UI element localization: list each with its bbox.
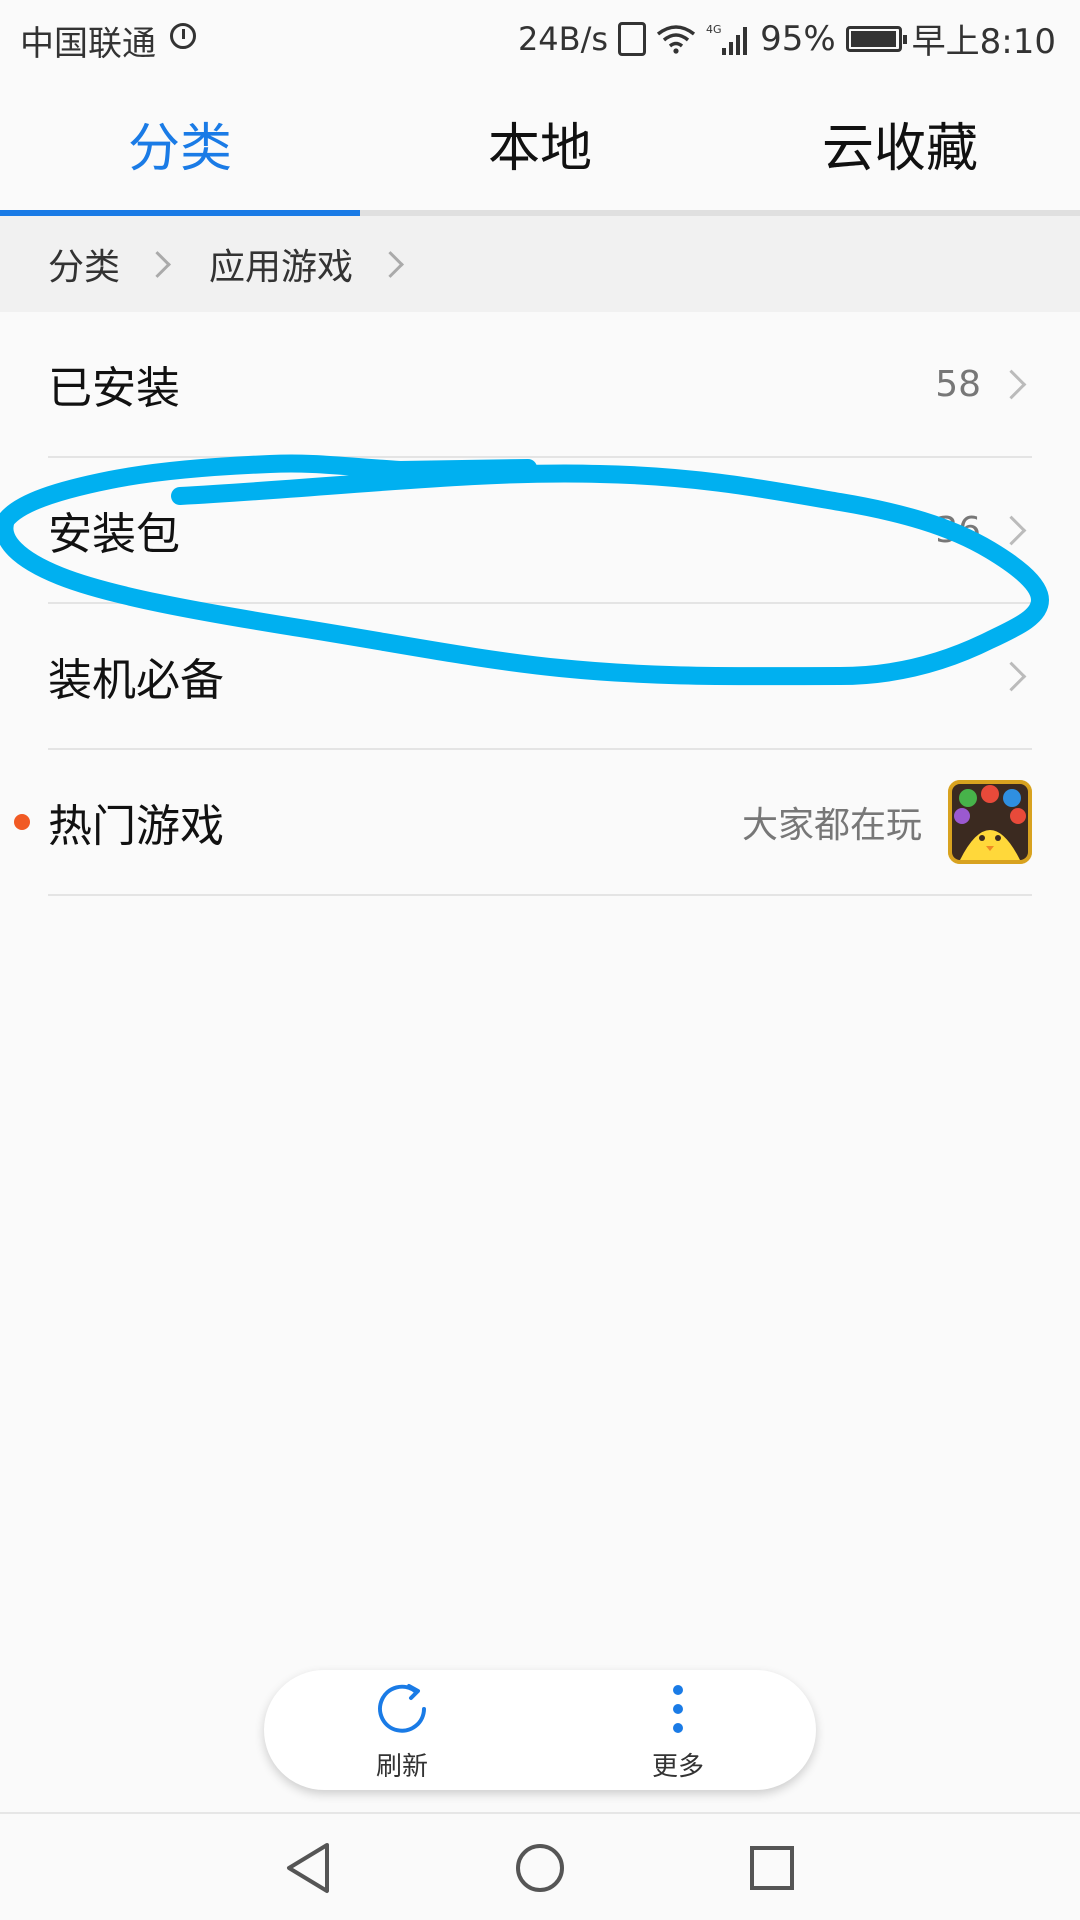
list-item-install-packages[interactable]: 安装包 36 bbox=[48, 458, 1032, 604]
category-list: 已安装 58 安装包 36 装机必备 热门游戏 大家都在玩 bbox=[0, 312, 1080, 896]
chevron-right-icon bbox=[996, 369, 1027, 399]
tab-category[interactable]: 分类 bbox=[0, 76, 360, 210]
tab-bar: 分类 本地 云收藏 bbox=[0, 76, 1080, 210]
status-right: 24B/s 4G 95% 早上8:10 bbox=[518, 14, 1056, 63]
hot-games-subtitle: 大家都在玩 bbox=[741, 805, 922, 846]
list-item-label: 安装包 bbox=[48, 509, 180, 560]
chevron-right-icon bbox=[996, 515, 1027, 545]
chevron-right-icon bbox=[377, 250, 404, 278]
recent-apps-icon[interactable] bbox=[747, 1843, 797, 1893]
list-item-label: 装机必备 bbox=[48, 655, 224, 706]
clock: 早上8:10 bbox=[911, 22, 1056, 62]
tab-local[interactable]: 本地 bbox=[360, 76, 720, 210]
chevron-right-icon bbox=[996, 661, 1027, 691]
carrier-name: 中国联通 bbox=[20, 24, 156, 64]
battery-percent: 95% bbox=[760, 18, 836, 59]
floating-action-bar: 刷新 更多 bbox=[264, 1670, 816, 1790]
list-item-installed[interactable]: 已安装 58 bbox=[48, 312, 1032, 458]
list-item-essentials[interactable]: 装机必备 bbox=[48, 604, 1032, 750]
list-item-label: 热门游戏 bbox=[48, 801, 224, 852]
list-item-label: 已安装 bbox=[48, 363, 180, 414]
back-icon[interactable] bbox=[283, 1841, 333, 1895]
battery-icon bbox=[845, 25, 907, 52]
network-speed: 24B/s bbox=[517, 19, 609, 58]
more-label: 更多 bbox=[651, 1751, 704, 1782]
vibrate-icon bbox=[618, 21, 647, 56]
new-badge-dot bbox=[14, 814, 30, 830]
package-count: 36 bbox=[935, 509, 981, 551]
system-nav-bar bbox=[0, 1812, 1080, 1920]
network-type-label: 4G bbox=[706, 23, 722, 36]
breadcrumb-item-category[interactable]: 分类 bbox=[48, 238, 120, 290]
game-app-icon bbox=[948, 780, 1032, 864]
breadcrumb-item-apps-games[interactable]: 应用游戏 bbox=[209, 238, 353, 290]
refresh-icon bbox=[378, 1683, 426, 1733]
tab-cloud-favorites[interactable]: 云收藏 bbox=[720, 76, 1080, 210]
more-button[interactable]: 更多 bbox=[540, 1670, 816, 1790]
breadcrumb: 分类 应用游戏 bbox=[0, 216, 1080, 312]
installed-count: 58 bbox=[935, 363, 981, 405]
chevron-right-icon bbox=[144, 250, 171, 278]
refresh-label: 刷新 bbox=[375, 1751, 428, 1782]
refresh-button[interactable]: 刷新 bbox=[264, 1670, 540, 1790]
wifi-icon bbox=[656, 24, 696, 54]
list-item-hot-games[interactable]: 热门游戏 大家都在玩 bbox=[14, 750, 1032, 896]
screen: 中国联通 24B/s 4G 95% 早上8:10 分类 本地 云收藏 分类 应用… bbox=[0, 0, 1080, 1920]
more-vertical-icon bbox=[673, 1684, 683, 1733]
home-icon[interactable] bbox=[513, 1841, 567, 1895]
status-bar: 中国联通 24B/s 4G 95% 早上8:10 bbox=[0, 0, 1080, 76]
timer-icon bbox=[170, 23, 196, 49]
signal-icon: 4G bbox=[706, 22, 750, 56]
